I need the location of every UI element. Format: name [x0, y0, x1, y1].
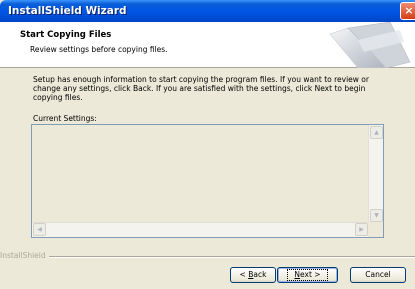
close-icon: × [404, 4, 414, 17]
cancel-label: Cancel [365, 270, 391, 279]
installshield-wizard-window: InstallShield Wizard × Start Copying Fil… [0, 0, 415, 289]
scroll-right-button[interactable]: ▶ [355, 223, 368, 236]
window-title: InstallShield Wizard [8, 5, 127, 17]
scroll-right-icon: ▶ [359, 226, 364, 233]
back-label-rest: ack [253, 270, 267, 279]
title-bar[interactable]: InstallShield Wizard × [0, 0, 415, 22]
horizontal-scrollbar[interactable]: ◀ ▶ [32, 222, 383, 237]
scroll-left-icon: ◀ [37, 226, 42, 233]
brand-separator: InstallShield [0, 251, 415, 261]
next-button[interactable]: Next > [277, 267, 338, 283]
scroll-down-icon: ▼ [374, 212, 379, 219]
vertical-scrollbar[interactable]: ▲ ▼ [368, 125, 383, 237]
scroll-up-button[interactable]: ▲ [370, 126, 383, 139]
current-settings-textbox[interactable]: ▲ ▼ ◀ ▶ [31, 124, 384, 238]
separator-line [48, 256, 415, 258]
scroll-up-icon: ▲ [374, 129, 379, 136]
scroll-left-button[interactable]: ◀ [33, 223, 46, 236]
current-settings-label: Current Settings: [33, 114, 97, 123]
page-subtitle: Review settings before copying files. [30, 45, 168, 54]
scroll-down-button[interactable]: ▼ [370, 209, 383, 222]
cancel-button[interactable]: Cancel [350, 267, 406, 283]
back-prefix: < [239, 270, 249, 279]
next-focus-rect: Next > [287, 269, 328, 281]
page-title: Start Copying Files [20, 30, 112, 40]
scrollbar-corner [368, 222, 383, 237]
installshield-brand-label: InstallShield [0, 251, 49, 260]
wizard-header: Start Copying Files Review settings befo… [0, 22, 415, 68]
next-label-rest: ext > [300, 270, 321, 279]
close-button[interactable]: × [400, 2, 415, 20]
back-button[interactable]: < Back [230, 267, 276, 283]
installshield-header-graphic [329, 22, 411, 68]
setup-message: Setup has enough information to start co… [33, 75, 369, 102]
